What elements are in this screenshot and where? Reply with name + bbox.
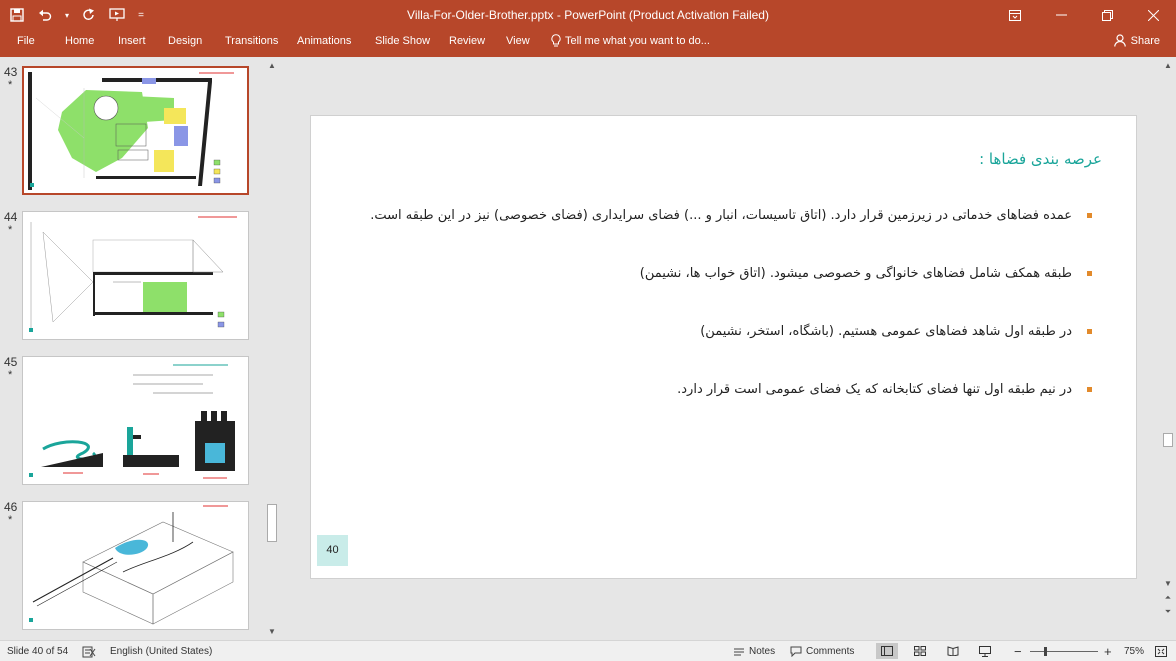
window-controls — [992, 0, 1176, 30]
start-slideshow-icon[interactable] — [106, 4, 128, 26]
bullet-marker — [1087, 271, 1092, 276]
title-bar: ▾ = Villa-For-Older-Brother.pptx - Power… — [0, 0, 1176, 30]
thumbnail-number: 44 — [4, 210, 18, 224]
bullet-item: عمده فضاهای خدماتی در زیرزمین قرار دارد.… — [370, 208, 1092, 223]
quick-access-toolbar: ▾ = — [6, 0, 148, 30]
next-slide-icon[interactable]: ⏷ — [1160, 605, 1176, 619]
bullet-marker — [1087, 213, 1092, 218]
scroll-down-icon[interactable]: ▼ — [1160, 577, 1176, 591]
language-indicator[interactable]: English (United States) — [110, 641, 212, 661]
slideshow-view-icon[interactable] — [974, 643, 996, 659]
tab-review[interactable]: Review — [449, 30, 485, 57]
notes-icon — [734, 648, 744, 655]
person-icon — [1113, 34, 1126, 47]
scroll-up-icon[interactable]: ▲ — [1160, 59, 1176, 73]
comments-button[interactable]: Comments — [790, 641, 854, 661]
reading-view-icon[interactable] — [942, 643, 964, 659]
thumbnail-item[interactable]: 43 * — [0, 57, 264, 195]
minimize-icon[interactable] — [1038, 0, 1084, 30]
tab-slide-show[interactable]: Slide Show — [375, 30, 430, 57]
fit-to-window-icon[interactable] — [1150, 643, 1172, 659]
circulation-thumbnail-graphic — [29, 364, 235, 479]
thumbnail-item[interactable]: 45 * — [0, 347, 264, 485]
comments-label: Comments — [806, 645, 855, 657]
thumbnail-animation-star: * — [8, 224, 13, 236]
zoom-in-button[interactable]: + — [1104, 641, 1112, 661]
share-button[interactable]: Share — [1113, 30, 1160, 57]
thumbnails-scrollbar[interactable]: ▲ ▼ — [265, 57, 279, 640]
scrollbar-thumb[interactable] — [1163, 433, 1173, 447]
status-bar: Slide 40 of 54 English (United States) N… — [0, 640, 1176, 661]
thumbnail-number: 43 — [4, 65, 18, 79]
bullet-item: در نیم طبقه اول تنها فضای کتابخانه که یک… — [677, 382, 1092, 397]
comment-icon — [790, 646, 802, 657]
customize-qat-icon[interactable]: = — [134, 4, 148, 26]
spell-check-icon[interactable] — [82, 641, 96, 661]
tell-me-search[interactable]: Tell me what you want to do... — [551, 30, 710, 57]
current-slide[interactable]: عرصه بندی فضاها : عمده فضاهای خدماتی در … — [310, 115, 1137, 579]
normal-view-icon[interactable] — [876, 643, 898, 659]
scrollbar-thumb[interactable] — [267, 504, 277, 542]
slide-editor: عرصه بندی فضاها : عمده فضاهای خدماتی در … — [284, 57, 1159, 640]
bullet-marker — [1087, 387, 1092, 392]
slide-title[interactable]: عرصه بندی فضاها : — [979, 150, 1102, 168]
notes-label: Notes — [749, 645, 776, 657]
floor-plan-thumbnail-graphic — [29, 216, 237, 332]
save-icon[interactable] — [6, 4, 28, 26]
thumbnail-number: 45 — [4, 355, 18, 369]
slide-sorter-icon[interactable] — [909, 643, 931, 659]
thumbnail-item[interactable]: 46 * — [0, 492, 264, 630]
lightbulb-icon — [551, 34, 561, 47]
notes-button[interactable]: Notes — [733, 641, 775, 661]
zoom-out-button[interactable]: − — [1014, 641, 1022, 661]
tab-view[interactable]: View — [506, 30, 530, 57]
thumbnail-item[interactable]: 44 * — [0, 202, 264, 340]
slide-thumbnails-pane: 43 * 44 * 45 * 46 * — [0, 57, 264, 640]
zoom-slider[interactable] — [1030, 651, 1098, 652]
restore-icon[interactable] — [1084, 0, 1130, 30]
tab-file[interactable]: File — [17, 30, 35, 57]
tab-transitions[interactable]: Transitions — [225, 30, 278, 57]
thumbnail-animation-star: * — [8, 369, 13, 381]
tab-insert[interactable]: Insert — [118, 30, 146, 57]
previous-slide-icon[interactable]: ⏶ — [1160, 591, 1176, 605]
bullet-text: طبقه همکف شامل فضاهای خانواگی و خصوصی می… — [639, 266, 1072, 281]
scroll-down-icon[interactable]: ▼ — [265, 625, 279, 639]
redo-icon[interactable] — [78, 4, 100, 26]
thumbnail-preview[interactable] — [22, 211, 249, 340]
thumbnail-animation-star: * — [8, 79, 13, 91]
bullet-text: در طبقه اول شاهد فضاهای عمومی هستیم. (با… — [700, 324, 1072, 339]
slide-counter: Slide 40 of 54 — [7, 645, 69, 657]
close-icon[interactable] — [1130, 0, 1176, 30]
bullet-text: عمده فضاهای خدماتی در زیرزمین قرار دارد.… — [370, 208, 1072, 223]
bullet-item: در طبقه اول شاهد فضاهای عمومی هستیم. (با… — [700, 324, 1092, 339]
tab-design[interactable]: Design — [168, 30, 202, 57]
tab-home[interactable]: Home — [65, 30, 94, 57]
share-label: Share — [1130, 35, 1160, 47]
axonometric-thumbnail-graphic — [29, 505, 234, 625]
tab-animations[interactable]: Animations — [297, 30, 351, 57]
bullet-marker — [1087, 329, 1092, 334]
ribbon-tabs: File Home Insert Design Transitions Anim… — [0, 30, 1176, 57]
zoom-slider-knob[interactable] — [1044, 647, 1047, 656]
bullet-item: طبقه همکف شامل فضاهای خانواگی و خصوصی می… — [639, 266, 1092, 281]
thumbnail-animation-star: * — [8, 514, 13, 526]
undo-icon[interactable] — [34, 4, 56, 26]
slide-number-box: 40 — [317, 535, 348, 566]
thumbnail-preview[interactable] — [22, 66, 249, 195]
slide-scrollbar[interactable]: ▲ ▼ ⏶ ⏷ — [1160, 57, 1176, 640]
tell-me-text: Tell me what you want to do... — [565, 35, 710, 47]
ribbon-display-options-icon[interactable] — [992, 0, 1038, 30]
thumbnail-preview[interactable] — [22, 356, 249, 485]
scroll-up-icon[interactable]: ▲ — [265, 59, 279, 73]
thumbnail-preview[interactable] — [22, 501, 249, 630]
thumbnail-number: 46 — [4, 500, 18, 514]
zoom-level[interactable]: 75% — [1124, 641, 1144, 661]
undo-dropdown-icon[interactable]: ▾ — [62, 4, 72, 26]
bullet-text: در نیم طبقه اول تنها فضای کتابخانه که یک… — [677, 382, 1072, 397]
floor-plan-thumbnail-graphic — [28, 72, 234, 190]
